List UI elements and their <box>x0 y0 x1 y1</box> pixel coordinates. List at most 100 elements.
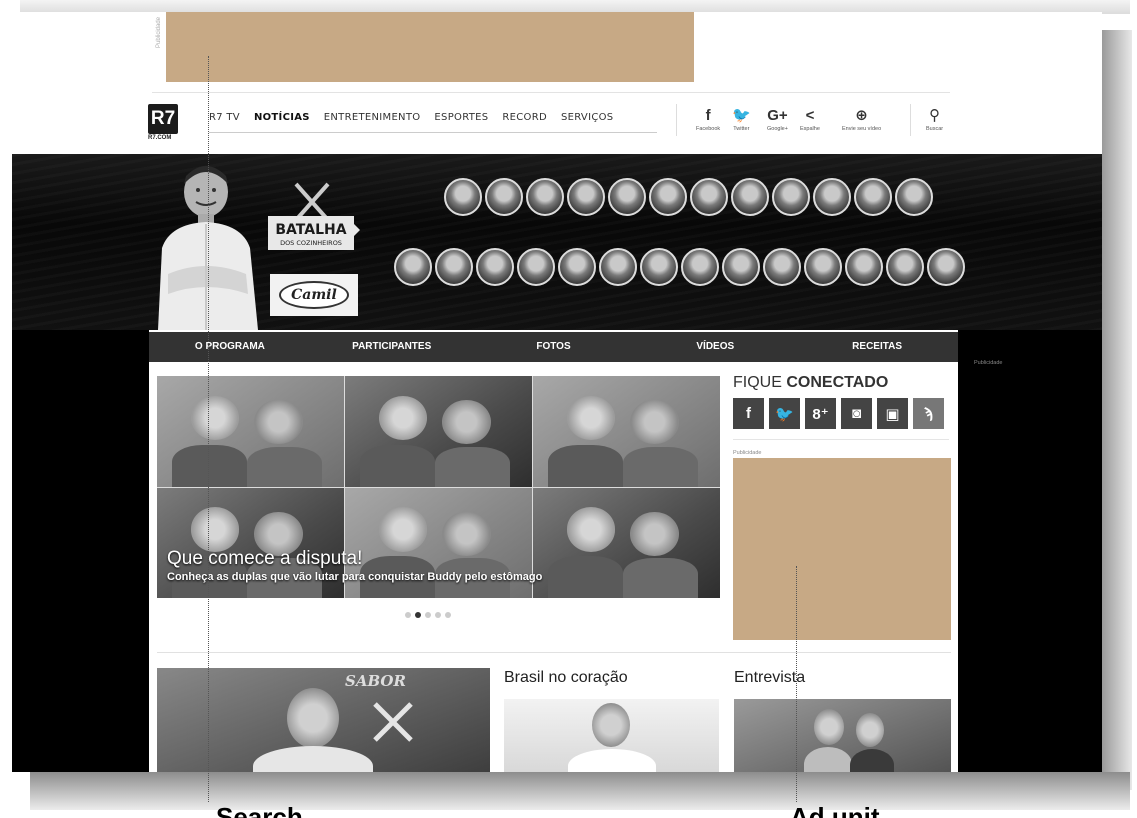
participant-avatar[interactable] <box>886 248 924 286</box>
twitter-icon[interactable]: 🐦 <box>769 398 800 429</box>
participant-avatar[interactable] <box>394 248 432 286</box>
participant-avatar[interactable] <box>681 248 719 286</box>
camil-logo: Camil <box>279 281 349 309</box>
participants-row-top <box>444 178 933 216</box>
page-background-left <box>12 330 149 772</box>
participant-avatar[interactable] <box>476 248 514 286</box>
camil-sponsor[interactable]: Camil <box>270 274 358 316</box>
carousel-photo <box>345 376 532 487</box>
participant-avatar[interactable] <box>526 178 564 216</box>
program-nav-item-1[interactable]: PARTICIPANTES <box>311 332 473 362</box>
top-nav-item-0[interactable]: R7 TV <box>209 112 240 129</box>
twitter-button[interactable]: 🐦 Twitter <box>732 106 751 132</box>
participant-avatar[interactable] <box>813 178 851 216</box>
participant-avatar[interactable] <box>640 248 678 286</box>
participant-avatar[interactable] <box>845 248 883 286</box>
ad-divider <box>733 439 949 440</box>
frame-shadow-right <box>1102 30 1132 790</box>
participant-avatar[interactable] <box>517 248 555 286</box>
top-nav: R7 TV NOTÍCIAS ENTRETENIMENTO ESPORTES RECOR… <box>209 112 613 129</box>
batalha-logo-title: BATALHA <box>275 222 346 238</box>
r7-logo[interactable]: R7 R7.COM <box>148 104 184 144</box>
participant-avatar[interactable] <box>731 178 769 216</box>
upload-video-icon: ⊕ <box>855 107 868 124</box>
carousel-photo <box>533 487 720 598</box>
top-nav-item-4[interactable]: RECORD <box>502 112 547 129</box>
google-plus-icon: G+ <box>767 107 788 124</box>
top-nav-item-1[interactable]: NOTÍCIAS <box>254 112 310 129</box>
participant-avatar[interactable] <box>558 248 596 286</box>
program-nav-item-2[interactable]: FOTOS <box>473 332 635 362</box>
participant-avatar[interactable] <box>567 178 605 216</box>
google-plus-icon[interactable]: 8⁺ <box>805 398 836 429</box>
page-background-right <box>958 330 1102 772</box>
participant-avatar[interactable] <box>485 178 523 216</box>
carousel-caption[interactable]: Que comece a disputa! Conheça as duplas … <box>167 548 542 583</box>
annotation-search: Search <box>216 802 303 818</box>
annotation-ad-unit: Ad unit <box>790 802 880 818</box>
participant-avatar[interactable] <box>854 178 892 216</box>
participant-avatar[interactable] <box>927 248 965 286</box>
facebook-icon[interactable]: f <box>733 398 764 429</box>
search-divider <box>910 104 911 136</box>
rss-icon[interactable]: ϡ <box>913 398 944 429</box>
share-icon: < <box>805 107 815 124</box>
section-title-brasil[interactable]: Brasil no coração <box>504 669 628 687</box>
top-nav-item-2[interactable]: ENTRETENIMENTO <box>324 112 421 129</box>
facebook-button[interactable]: f Facebook <box>696 106 720 132</box>
carousel-dot[interactable] <box>425 612 431 618</box>
participant-avatar[interactable] <box>649 178 687 216</box>
participant-avatar[interactable] <box>599 248 637 286</box>
program-nav-item-4[interactable]: RECEITAS <box>796 332 958 362</box>
share-button[interactable]: < Espalhe <box>800 106 820 132</box>
frame-shadow-bottom <box>30 772 1130 810</box>
crossed-utensils-icon <box>373 702 413 742</box>
facebook-icon: f <box>705 107 711 124</box>
carousel-dot[interactable] <box>405 612 411 618</box>
hero-banner[interactable]: BATALHA DOS COZINHEIROS Camil <box>12 154 1102 330</box>
share-divider <box>676 104 677 136</box>
batalha-logo: BATALHA DOS COZINHEIROS <box>268 182 360 250</box>
search-button[interactable]: ⚲ Buscar <box>926 106 943 132</box>
program-nav: O PROGRAMA PARTICIPANTES FOTOS VÍDEOS RECEIT… <box>149 332 958 362</box>
upload-video-button[interactable]: ⊕ Envie seu vídeo <box>842 106 881 132</box>
top-ad-label: Publicidade <box>156 16 162 48</box>
top-nav-item-5[interactable]: SERVIÇOS <box>561 112 613 129</box>
participant-avatar[interactable] <box>772 178 810 216</box>
search-leader-line <box>208 56 209 802</box>
carousel-dot[interactable] <box>435 612 441 618</box>
program-nav-item-0[interactable]: O PROGRAMA <box>149 332 311 362</box>
ad-unit[interactable] <box>733 458 951 640</box>
participant-avatar[interactable] <box>763 248 801 286</box>
participant-avatar[interactable] <box>804 248 842 286</box>
participant-avatar[interactable] <box>608 178 646 216</box>
ad-leader-line <box>796 566 797 802</box>
participant-avatar[interactable] <box>435 248 473 286</box>
share-label: Envie seu vídeo <box>842 126 882 132</box>
browser-page: Publicidade R7 R7.COM R7 TV NOTÍCIAS ENTRE… <box>12 12 1102 772</box>
participant-avatar[interactable] <box>722 248 760 286</box>
entrevista-thumbnail[interactable] <box>734 699 951 772</box>
conectado-label: CONECTADO <box>786 374 889 391</box>
header-divider <box>152 92 950 93</box>
google-plus-button[interactable]: G+ Google+ <box>767 106 788 132</box>
r7-logo-sub: R7.COM <box>148 135 172 141</box>
youtube-icon[interactable]: ▣ <box>877 398 908 429</box>
batalha-logo-subtitle: DOS COZINHEIROS <box>280 239 342 247</box>
r7-logo-mark: R7 <box>148 104 178 134</box>
participant-avatar[interactable] <box>895 178 933 216</box>
program-nav-item-3[interactable]: VÍDEOS <box>634 332 796 362</box>
carousel-dots <box>405 612 451 618</box>
top-nav-item-3[interactable]: ESPORTES <box>434 112 488 129</box>
brasil-thumbnail[interactable] <box>504 699 719 772</box>
carousel-dot[interactable] <box>415 612 421 618</box>
top-ad-slot[interactable] <box>166 12 694 82</box>
instagram-icon[interactable]: ◙ <box>841 398 872 429</box>
video-thumbnail[interactable]: SABOR <box>157 668 490 772</box>
carousel-title: Que comece a disputa! <box>167 548 363 569</box>
participant-avatar[interactable] <box>690 178 728 216</box>
section-title-entrevista[interactable]: Entrevista <box>734 669 805 687</box>
carousel-dot[interactable] <box>445 612 451 618</box>
participant-avatar[interactable] <box>444 178 482 216</box>
participants-row-bottom <box>394 248 965 286</box>
